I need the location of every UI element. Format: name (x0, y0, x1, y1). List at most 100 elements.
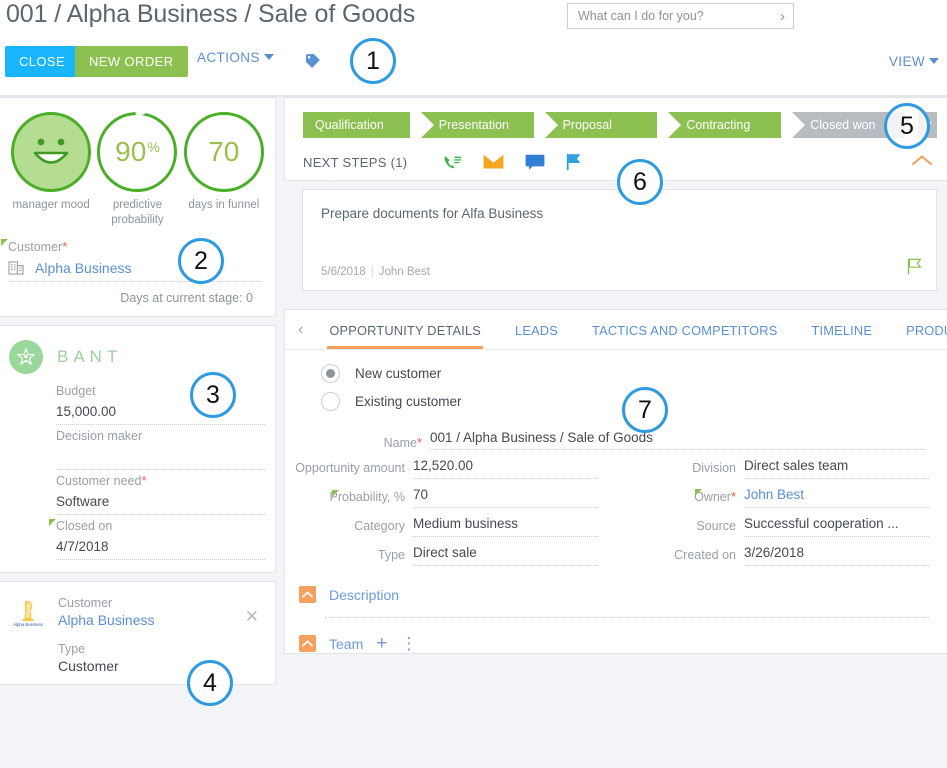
stage-dropdown-button[interactable] (917, 112, 937, 138)
bant-card: BANT Budget 15,000.00 Decision maker Cus… (0, 325, 276, 573)
customer-mini-label: Customer (58, 596, 113, 610)
field-label: Opportunity amount (295, 461, 405, 475)
opportunity-detail-card: ‹ OPPORTUNITY DETAILS LEADS TACTICS AND … (284, 309, 947, 654)
required-asterisk: * (416, 435, 422, 450)
email-icon[interactable] (483, 153, 505, 171)
tab-leads[interactable]: LEADS (515, 312, 558, 348)
form-column-right: Division Direct sales team Owner* John B… (616, 458, 947, 574)
description-collapse-toggle[interactable] (299, 586, 316, 603)
next-steps-title: NEXT STEPS (1) (303, 154, 408, 170)
probability-circle: 90% (97, 104, 178, 192)
customer-type-radio-group: New customer Existing customer (285, 350, 947, 424)
customer-logo: Alpha Business (10, 596, 46, 630)
detail-form: Opportunity amount 12,520.00 Probability… (285, 450, 947, 576)
bant-label: Closed on (49, 519, 113, 533)
tab-timeline[interactable]: TIMELINE (811, 312, 872, 348)
bant-label-text: Closed on (56, 519, 113, 533)
close-icon[interactable]: ✕ (245, 608, 259, 625)
stage-qualification[interactable]: Qualification (303, 112, 410, 138)
field-flag-icon (695, 489, 702, 496)
smiley-face-icon (33, 138, 69, 164)
stage-card: Qualification Presentation Proposal Cont… (284, 97, 947, 181)
customer-type-value: Customer (58, 658, 119, 674)
chevron-down-icon (922, 122, 933, 128)
chevron-left-icon[interactable]: ‹ (289, 321, 312, 339)
bant-value[interactable] (56, 445, 265, 470)
next-steps-panel: Prepare documents for Alfa Business 5/6/… (284, 180, 947, 301)
tab-products[interactable]: PRODUCTS (906, 312, 947, 348)
flag-outline-icon[interactable] (907, 258, 922, 280)
phone-icon[interactable] (443, 153, 462, 171)
radio-new-customer[interactable]: New customer (321, 364, 947, 383)
tab-tactics-and-competitors[interactable]: TACTICS AND COMPETITORS (592, 312, 777, 348)
field-flag-icon (1, 239, 8, 246)
tab-opportunity-details[interactable]: OPPORTUNITY DETAILS (327, 312, 483, 349)
gauge-predictive-probability: 90% predictive probability (96, 104, 178, 228)
bant-value[interactable]: Software (56, 490, 265, 515)
field-value[interactable]: Direct sale (413, 545, 598, 566)
stage-pipeline: Qualification Presentation Proposal Cont… (285, 98, 947, 144)
search-input[interactable] (576, 8, 776, 24)
field-value[interactable]: John Best (744, 487, 929, 508)
radio-button[interactable] (321, 364, 340, 383)
name-field-label: Name* (285, 435, 430, 450)
close-button[interactable]: CLOSE (5, 46, 80, 77)
field-value[interactable]: Medium business (413, 516, 598, 537)
bant-field-closed-on: Closed on 4/7/2018 (49, 517, 265, 560)
plus-icon[interactable]: + (376, 634, 387, 653)
tag-icon[interactable] (303, 52, 322, 76)
customer-mini-link[interactable]: Alpha Business (58, 610, 265, 628)
description-section-title[interactable]: Description (329, 587, 399, 603)
bant-value[interactable]: 15,000.00 (56, 400, 265, 425)
kebab-menu-icon[interactable]: ⋮ (400, 635, 417, 652)
next-steps-collapse-button[interactable] (911, 154, 933, 172)
chevron-down-icon (263, 54, 274, 60)
stage-proposal[interactable]: Proposal (544, 112, 658, 138)
field-category: Category Medium business (285, 516, 598, 537)
name-label-text: Name (383, 436, 417, 450)
bant-value[interactable]: 4/7/2018 (56, 535, 265, 560)
field-label: Probability, % (285, 490, 413, 508)
radio-existing-customer[interactable]: Existing customer (321, 392, 947, 411)
new-order-button[interactable]: NEW ORDER (75, 46, 188, 77)
stage-contracting[interactable]: Contracting (668, 112, 782, 138)
name-field-value[interactable]: 001 / Alpha Business / Sale of Goods (430, 430, 925, 450)
name-field-row: Name* 001 / Alpha Business / Sale of Goo… (285, 424, 925, 450)
customer-mini-content: Alpha Business Customer Alpha Business T… (0, 582, 275, 684)
bant-field-decision-maker: Decision maker (56, 427, 265, 470)
action-toolbar: CLOSE NEW ORDER ACTIONS (0, 46, 947, 82)
alpha-business-logo-icon: Alpha Business (13, 600, 43, 627)
page-header: 001 / Alpha Business / Sale of Goods › C… (0, 0, 947, 97)
field-label: Division (692, 461, 736, 475)
field-value[interactable]: Direct sales team (744, 458, 929, 479)
global-search[interactable]: › (567, 3, 794, 29)
field-flag-icon (49, 519, 56, 526)
next-steps-actions (443, 153, 582, 171)
team-collapse-toggle[interactable] (299, 635, 316, 652)
task-title: Prepare documents for Alfa Business (321, 206, 544, 221)
gauge-arc-gap (135, 104, 155, 118)
radio-button[interactable] (321, 392, 340, 411)
search-submit-icon[interactable]: › (776, 9, 785, 24)
actions-label: ACTIONS (197, 50, 260, 65)
customer-value-row[interactable]: Alpha Business (8, 256, 261, 282)
customer-mini-fields: Customer Alpha Business Type Customer (58, 596, 265, 674)
field-value[interactable]: 12,520.00 (413, 458, 598, 479)
opportunity-page: 001 / Alpha Business / Sale of Goods › C… (0, 0, 947, 768)
company-icon (8, 261, 24, 275)
team-section-title[interactable]: Team (329, 636, 363, 652)
task-card[interactable]: Prepare documents for Alfa Business 5/6/… (302, 189, 937, 291)
bant-badge (9, 340, 43, 374)
stage-closed-won[interactable]: Closed won (792, 112, 905, 138)
chat-icon[interactable] (525, 153, 545, 171)
customer-link[interactable]: Alpha Business (35, 260, 132, 276)
actions-menu-button[interactable]: ACTIONS (197, 50, 274, 65)
description-input-underline[interactable] (325, 617, 929, 618)
view-menu-button[interactable]: VIEW (889, 54, 939, 69)
stage-presentation[interactable]: Presentation (420, 112, 534, 138)
field-division: Division Direct sales team (616, 458, 929, 479)
field-value[interactable]: Successful cooperation ... (744, 516, 929, 537)
gauge-value: 70 (208, 136, 240, 167)
flag-icon[interactable] (566, 153, 582, 171)
field-value[interactable]: 70 (413, 487, 598, 508)
